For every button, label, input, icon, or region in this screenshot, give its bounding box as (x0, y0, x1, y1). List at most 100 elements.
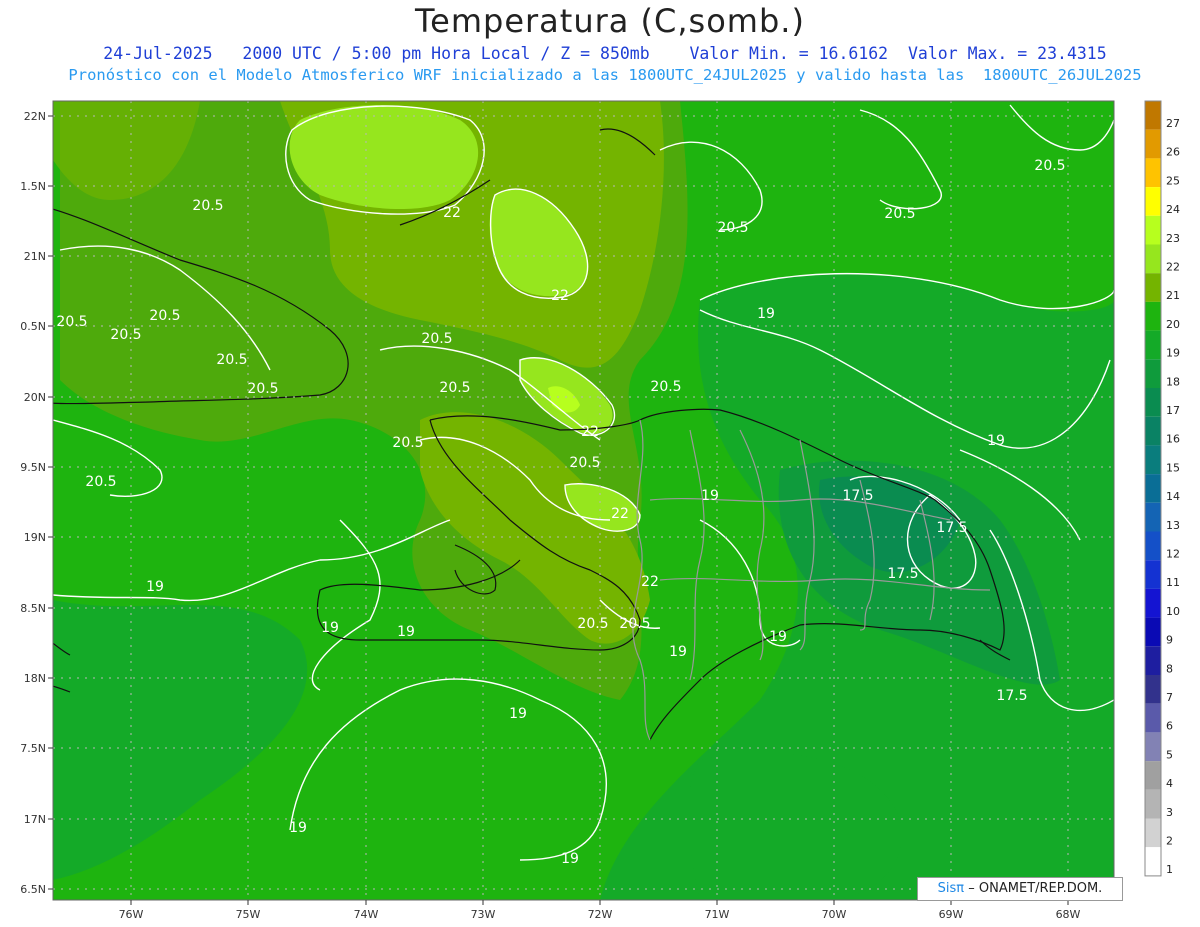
longitude-labels: 76W 75W 74W 73W 72W 71W 70W 69W 68W (119, 900, 1081, 921)
colorbar-label: 2 (1166, 835, 1173, 848)
colorbar-label: 3 (1166, 806, 1173, 819)
lat-tick-label: 7.5N (20, 742, 46, 755)
colorbar-swatch (1145, 703, 1161, 733)
lat-tick-label: 9.5N (20, 461, 46, 474)
colorbar-label: 21 (1166, 289, 1180, 302)
colorbar-swatch (1145, 531, 1161, 561)
contour-label: 20.5 (85, 474, 116, 490)
colorbar-label: 12 (1166, 548, 1180, 561)
colorbar-label: 22 (1166, 261, 1180, 274)
contour-label: 19 (397, 624, 415, 640)
colorbar-swatch (1145, 675, 1161, 704)
temp-band-22-23-north (289, 105, 479, 210)
colorbar-label: 25 (1166, 174, 1180, 187)
colorbar-swatch (1145, 502, 1161, 532)
credit-text: – ONAMET/REP.DOM. (968, 881, 1103, 896)
colorbar-label: 1 (1166, 863, 1173, 876)
colorbar-swatch (1145, 732, 1161, 762)
contour-label: 20.5 (392, 435, 423, 451)
contour-label: 20.5 (247, 381, 278, 397)
contour-label: 20.5 (1034, 158, 1065, 174)
sis-logo-text: Sisπ (937, 881, 965, 896)
map-field: 20.5 222220.520.520.520.5 20.520.5 20.51920… (53, 101, 1114, 900)
lat-tick-label: 0.5N (20, 320, 46, 333)
colorbar-label: 15 (1166, 461, 1180, 474)
lon-tick-label: 76W (119, 908, 144, 921)
lon-tick-label: 72W (588, 908, 613, 921)
colorbar-label: 10 (1166, 605, 1180, 618)
colorbar-swatch (1145, 646, 1161, 675)
contour-label: 19 (321, 620, 339, 636)
contour-label: 20.5 (577, 616, 608, 632)
contour-label: 20.5 (717, 220, 748, 236)
colorbar-label: 26 (1166, 146, 1180, 159)
colorbar-swatch (1145, 445, 1161, 475)
contour-label: 22 (611, 506, 629, 522)
contour-label: 19 (509, 706, 527, 722)
colorbar-label: 16 (1166, 433, 1180, 446)
colorbar-label: 11 (1166, 576, 1180, 589)
colorbar-swatch (1145, 158, 1161, 188)
colorbar-swatch (1145, 273, 1161, 302)
colorbar-label: 27 (1166, 117, 1180, 130)
colorbar-swatch (1145, 416, 1161, 446)
colorbar-label: 13 (1166, 519, 1180, 532)
contour-label: 19 (769, 629, 787, 645)
contour-label: 19 (757, 306, 775, 322)
colorbar-label: 18 (1166, 375, 1180, 388)
colorbar-label: 17 (1166, 404, 1180, 417)
colorbar-swatch (1145, 789, 1161, 819)
lat-tick-label: 20N (24, 391, 46, 404)
lon-tick-label: 71W (705, 908, 730, 921)
contour-label: 20.5 (569, 455, 600, 471)
colorbar-label: 20 (1166, 318, 1180, 331)
contour-label: 22 (443, 205, 461, 221)
lat-tick-label: 8.5N (20, 602, 46, 615)
colorbar-swatch (1145, 301, 1161, 331)
colorbar-swatch (1145, 129, 1161, 159)
colorbar-label: 5 (1166, 748, 1173, 761)
contour-label: 17.5 (996, 688, 1027, 704)
colorbar-label: 14 (1166, 490, 1180, 503)
lat-tick-label: 1.5N (20, 180, 46, 193)
contour-label: 22 (641, 574, 659, 590)
lat-tick-label: 19N (24, 531, 46, 544)
contour-label: 19 (669, 644, 687, 660)
colorbar-label: 9 (1166, 634, 1173, 647)
colorbar-swatch (1145, 244, 1161, 274)
contour-label: 17.5 (887, 566, 918, 582)
lat-tick-label: 22N (24, 110, 46, 123)
colorbar-swatch (1145, 330, 1161, 360)
contour-label: 20.5 (110, 327, 141, 343)
lat-tick-label: 17N (24, 813, 46, 826)
lon-tick-label: 73W (471, 908, 496, 921)
colorbar-label: 7 (1166, 691, 1173, 704)
contour-label: 19 (701, 488, 719, 504)
lon-tick-label: 74W (354, 908, 379, 921)
contour-label: 19 (289, 820, 307, 836)
contour-label: 20.5 (884, 206, 915, 222)
lat-tick-label: 21N (24, 250, 46, 263)
contour-label: 20.5 (421, 331, 452, 347)
contour-label: 20.5 (216, 352, 247, 368)
lon-tick-label: 75W (236, 908, 261, 921)
colorbar-swatch (1145, 761, 1161, 790)
lon-tick-label: 69W (939, 908, 964, 921)
colorbar-label: 4 (1166, 777, 1173, 790)
contour-label: 20.5 (650, 379, 681, 395)
latitude-labels: 22N 1.5N 21N 0.5N 20N 9.5N 19N 8.5N 18N 7.5N 17N 6.… (20, 110, 53, 896)
contour-label: 17.5 (842, 488, 873, 504)
colorbar-swatch (1145, 187, 1161, 216)
colorbar-label: 24 (1166, 203, 1180, 216)
contour-label: 20.5 (56, 314, 87, 330)
contour-label: 20.5 (192, 198, 223, 214)
contour-label: 19 (987, 433, 1005, 449)
colorbar-label: 8 (1166, 662, 1173, 675)
colorbar-swatch (1145, 588, 1161, 618)
contour-label: 20.5 (149, 308, 180, 324)
contour-label: 19 (146, 579, 164, 595)
colorbar-label: 19 (1166, 347, 1180, 360)
temperature-map: 20.5 222220.520.520.520.5 20.520.5 20.51920… (20, 100, 1180, 921)
contour-label: 20.5 (439, 380, 470, 396)
contour-label: 20.5 (619, 616, 650, 632)
